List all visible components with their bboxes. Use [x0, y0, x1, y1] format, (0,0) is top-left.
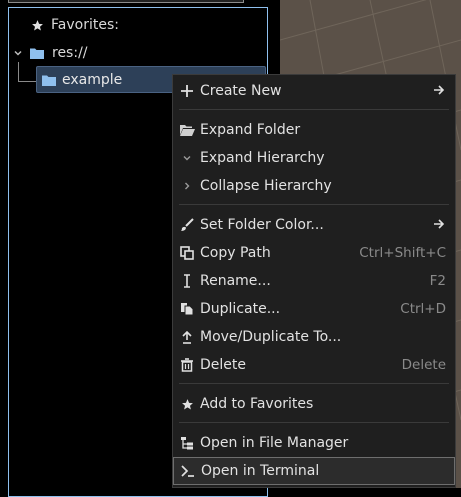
menu-label: Set Folder Color... — [200, 217, 324, 233]
menu-item-move-duplicate[interactable]: Move/Duplicate To... — [173, 323, 455, 351]
star-icon — [29, 19, 45, 32]
tree-guide-horizontal — [18, 81, 36, 82]
menu-label: Expand Hierarchy — [200, 150, 325, 166]
menu-item-copy-path[interactable]: Copy Path Ctrl+Shift+C — [173, 239, 455, 267]
favorites-label: Favorites: — [51, 17, 119, 33]
tree-guide-vertical — [18, 62, 19, 82]
menu-item-set-folder-color[interactable]: Set Folder Color... — [173, 211, 455, 239]
menu-shortcut: Ctrl+Shift+C — [359, 245, 446, 261]
menu-shortcut: Delete — [401, 357, 446, 373]
menu-item-delete[interactable]: Delete Delete — [173, 351, 455, 379]
menu-label: Copy Path — [200, 245, 271, 261]
menu-item-open-file-manager[interactable]: Open in File Manager — [173, 429, 455, 457]
menu-item-expand-folder[interactable]: Expand Folder — [173, 116, 455, 144]
terminal-icon — [180, 463, 196, 479]
menu-item-add-to-favorites[interactable]: Add to Favorites — [173, 390, 455, 418]
menu-separator — [179, 109, 449, 110]
menu-item-expand-hierarchy[interactable]: Expand Hierarchy — [173, 144, 455, 172]
chevron-down-icon — [179, 150, 195, 166]
menu-label: Open in File Manager — [200, 435, 349, 451]
folder-icon — [29, 47, 45, 59]
context-menu: Create New Expand Folder Expand Hierarch… — [172, 74, 456, 488]
arrow-right-icon — [433, 217, 445, 233]
example-label: example — [62, 72, 123, 88]
chevron-right-icon — [179, 178, 195, 194]
res-label: res:// — [52, 45, 88, 61]
chevron-down-icon[interactable] — [11, 48, 25, 58]
menu-label: Create New — [200, 83, 282, 99]
menu-item-open-in-terminal[interactable]: Open in Terminal — [173, 457, 455, 485]
tree-favorites[interactable]: Favorites: — [29, 14, 119, 36]
tree-item-res[interactable]: res:// — [11, 42, 88, 64]
tree-item-example[interactable]: example — [41, 69, 122, 91]
trash-icon — [179, 357, 195, 373]
top-toolbar-edge — [8, 0, 244, 3]
menu-label: Duplicate... — [200, 301, 281, 317]
menu-item-create-new[interactable]: Create New — [173, 77, 455, 105]
menu-label: Delete — [200, 357, 246, 373]
brush-icon — [179, 217, 195, 233]
folder-icon — [41, 74, 57, 86]
menu-label: Expand Folder — [200, 122, 301, 138]
filesystem-icon — [179, 435, 195, 451]
menu-label: Move/Duplicate To... — [200, 329, 342, 345]
menu-item-collapse-hierarchy[interactable]: Collapse Hierarchy — [173, 172, 455, 200]
menu-label: Collapse Hierarchy — [200, 178, 332, 194]
menu-shortcut: F2 — [429, 273, 446, 289]
menu-separator — [179, 204, 449, 205]
menu-label: Open in Terminal — [201, 463, 320, 479]
menu-label: Add to Favorites — [200, 396, 314, 412]
star-icon — [179, 396, 195, 412]
menu-item-duplicate[interactable]: Duplicate... Ctrl+D — [173, 295, 455, 323]
text-cursor-icon — [179, 273, 195, 289]
menu-item-rename[interactable]: Rename... F2 — [173, 267, 455, 295]
move-up-icon — [179, 329, 195, 345]
plus-icon — [179, 83, 195, 99]
arrow-right-icon — [433, 83, 445, 99]
menu-label: Rename... — [200, 273, 271, 289]
folder-open-icon — [179, 122, 195, 138]
copy-icon — [179, 245, 195, 261]
menu-separator — [179, 383, 449, 384]
duplicate-icon — [179, 301, 195, 317]
menu-separator — [179, 422, 449, 423]
menu-shortcut: Ctrl+D — [400, 301, 446, 317]
